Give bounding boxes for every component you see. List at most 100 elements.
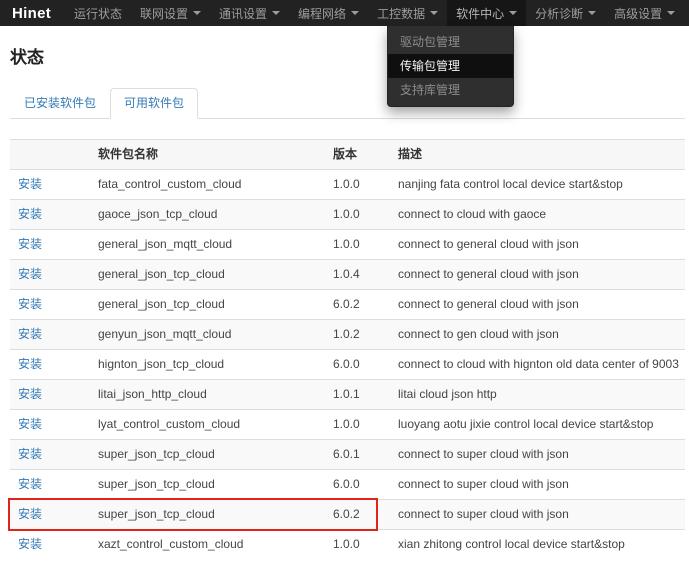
nav-item-network-settings[interactable]: 联网设置 [131,0,210,26]
package-version: 1.0.0 [325,170,390,200]
table-row: 安装super_json_tcp_cloud6.0.0connect to su… [10,470,685,500]
table-row: 安装 super_json_tcp_cloud6.0.2connect to su… [10,500,685,530]
nav-item-analysis-diagnosis[interactable]: 分析诊断 [526,0,605,26]
tab-available-packages[interactable]: 可用软件包 [110,88,198,119]
main-content: 状态 已安装软件包可用软件包 软件包名称版本描述 安装 fata_control_… [0,48,689,559]
table-row: 安装genyun_json_mqtt_cloud1.0.2connect to … [10,320,685,350]
nav-item-label: 分析诊断 [535,5,583,22]
package-version: 6.0.0 [325,350,390,380]
tab-installed-packages[interactable]: 已安装软件包 [10,88,110,119]
table-row: 安装 general_json_tcp_cloud6.0.2connect to … [10,290,685,320]
nav-item-label: 编程网络 [298,5,346,22]
nav-item-comm-settings[interactable]: 通讯设置 [210,0,289,26]
package-description: litai cloud json http [390,380,685,410]
caret-down-icon [272,11,280,15]
nav-item-software-center[interactable]: 软件中心 [447,0,526,26]
nav-item-advanced-settings[interactable]: 高级设置 [605,0,684,26]
package-description: connect to general cloud with json [390,290,685,320]
nav-item-label: 运行状态 [74,5,122,22]
package-name: super_json_tcp_cloud [90,500,325,530]
package-name: fata_control_custom_cloud [90,170,325,200]
package-description: connect to super cloud with json [390,500,685,530]
install-link[interactable]: 安装 [18,207,42,221]
nav-item-label: 工控数据 [377,5,425,22]
install-link[interactable]: 安装 [18,357,42,371]
package-table: 软件包名称版本描述 安装fata_control_custom_cloud1.0… [10,139,685,559]
table-row: 安装 super_json_tcp_cloud6.0.1connect to su… [10,440,685,470]
caret-down-icon [588,11,596,15]
column-header-2: 版本 [325,140,390,170]
install-link[interactable]: 安装 [18,447,42,461]
top-navbar: Hinet 运行状态 联网设置 通讯设置 编程网络 工控数据 软件中心 分析诊断 高级设置 系统… [0,0,689,26]
package-version: 1.0.0 [325,410,390,440]
column-header-1: 软件包名称 [90,140,325,170]
package-description: connect to cloud with gaoce [390,200,685,230]
table-row: 安装general_json_tcp_cloud1.0.4connect to … [10,260,685,290]
package-version: 1.0.4 [325,260,390,290]
install-link[interactable]: 安装 [18,387,42,401]
table-row: 安装 fata_control_custom_cloud1.0.0nanjing … [10,170,685,200]
nav-item-run-status[interactable]: 运行状态 [65,0,131,26]
package-description: luoyang aotu jixie control local device … [390,410,685,440]
package-description: xian zhitong control local device start&… [390,530,685,560]
caret-down-icon [193,11,201,15]
package-description: connect to super cloud with json [390,440,685,470]
package-version: 1.0.0 [325,230,390,260]
dropdown-item-driver-package-management[interactable]: 驱动包管理 [388,30,513,54]
package-name: super_json_tcp_cloud [90,440,325,470]
install-link[interactable]: 安装 [18,267,42,281]
caret-down-icon [351,11,359,15]
package-name: genyun_json_mqtt_cloud [90,320,325,350]
package-description: nanjing fata control local device start&… [390,170,685,200]
software-center-dropdown: 驱动包管理传输包管理支持库管理 [387,26,514,107]
package-name: super_json_tcp_cloud [90,470,325,500]
package-version: 1.0.0 [325,200,390,230]
package-description: connect to cloud with hignton old data c… [390,350,685,380]
package-version: 1.0.1 [325,380,390,410]
install-link[interactable]: 安装 [18,417,42,431]
package-version: 6.0.2 [325,500,390,530]
install-link[interactable]: 安装 [18,507,42,521]
dropdown-item-transfer-package-management[interactable]: 传输包管理 [388,54,513,78]
nav-item-programming-network[interactable]: 编程网络 [289,0,368,26]
package-version: 6.0.1 [325,440,390,470]
package-version: 1.0.2 [325,320,390,350]
caret-down-icon [509,11,517,15]
package-version: 1.0.0 [325,530,390,560]
package-description: connect to general cloud with json [390,230,685,260]
caret-down-icon [430,11,438,15]
nav-item-label: 软件中心 [456,5,504,22]
install-link[interactable]: 安装 [18,237,42,251]
install-link[interactable]: 安装 [18,297,42,311]
install-link[interactable]: 安装 [18,537,42,551]
nav-item-label: 通讯设置 [219,5,267,22]
caret-down-icon [667,11,675,15]
table-row: 安装general_json_mqtt_cloud1.0.0connect to… [10,230,685,260]
install-link[interactable]: 安装 [18,477,42,491]
page: Hinet 运行状态 联网设置 通讯设置 编程网络 工控数据 软件中心 分析诊断 高级设置 系统… [0,0,689,564]
package-name: xazt_control_custom_cloud [90,530,325,560]
package-name: litai_json_http_cloud [90,380,325,410]
column-header-3: 描述 [390,140,685,170]
install-link[interactable]: 安装 [18,177,42,191]
package-version: 6.0.0 [325,470,390,500]
package-name: general_json_tcp_cloud [90,260,325,290]
table-row: 安装 lyat_control_custom_cloud1.0.0luoyang … [10,410,685,440]
nav-item-industrial-data[interactable]: 工控数据 [368,0,447,26]
package-name: hignton_json_tcp_cloud [90,350,325,380]
nav-item-system-settings[interactable]: 系统设置 [684,0,689,26]
nav-item-label: 高级设置 [614,5,662,22]
brand-logo[interactable]: Hinet [12,0,51,26]
page-title: 状态 [10,48,685,68]
column-header-0 [10,140,90,170]
nav-menu: 运行状态联网设置通讯设置编程网络工控数据软件中心分析诊断高级设置系统设置退出 [65,0,689,26]
package-version: 6.0.2 [325,290,390,320]
dropdown-item-support-library-management[interactable]: 支持库管理 [388,78,513,102]
install-link[interactable]: 安装 [18,327,42,341]
table-row: 安装gaoce_json_tcp_cloud1.0.0connect to cl… [10,200,685,230]
nav-item-label: 联网设置 [140,5,188,22]
package-name: lyat_control_custom_cloud [90,410,325,440]
package-name: general_json_tcp_cloud [90,290,325,320]
package-tabs: 已安装软件包可用软件包 [10,88,685,119]
table-row: 安装 xazt_control_custom_cloud1.0.0xian zhi… [10,530,685,560]
